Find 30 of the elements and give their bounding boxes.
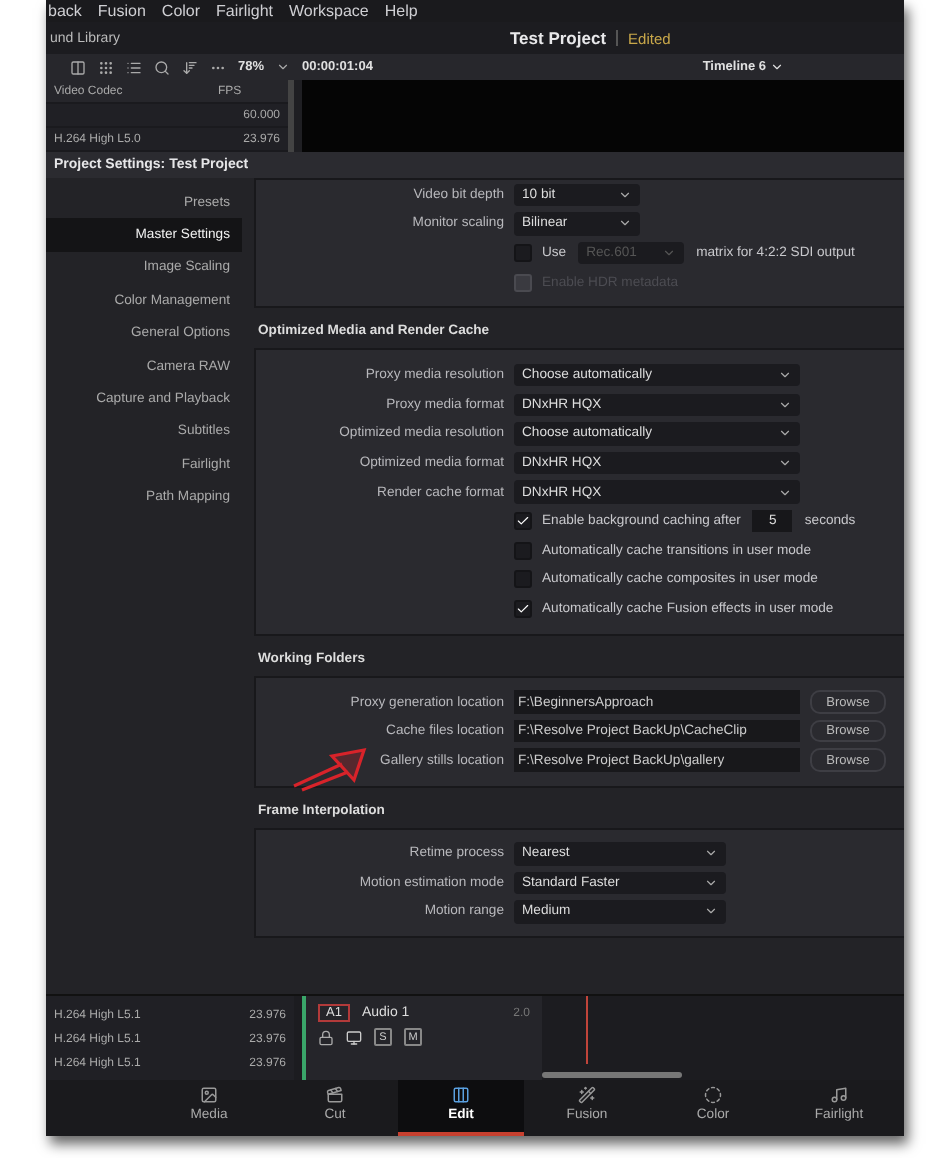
thumbnail-view-icon[interactable] xyxy=(70,59,86,75)
menu-item[interactable]: Color xyxy=(161,3,201,19)
checkbox[interactable] xyxy=(514,570,532,589)
list-view-icon[interactable] xyxy=(126,59,142,75)
annotation-arrow xyxy=(292,747,367,792)
image-icon xyxy=(200,1086,218,1104)
lock-icon[interactable] xyxy=(318,1029,334,1045)
chevron-down-icon xyxy=(662,245,677,260)
chevron-down-icon xyxy=(770,60,784,74)
wand-icon xyxy=(578,1086,596,1104)
project-title: Test Project xyxy=(510,28,607,48)
checkbox[interactable] xyxy=(514,243,532,262)
dotted-circle-icon xyxy=(704,1086,722,1104)
sort-icon[interactable] xyxy=(182,59,198,75)
menu-item[interactable]: Help xyxy=(384,3,418,19)
menu-item[interactable]: Fairlight xyxy=(216,3,273,19)
monitor-icon[interactable] xyxy=(346,1029,362,1045)
search-icon[interactable] xyxy=(154,59,170,75)
chevron-down-icon xyxy=(276,60,291,74)
menu-item[interactable]: Workspace xyxy=(289,3,369,19)
checkbox[interactable] xyxy=(514,599,532,618)
menu-item[interactable]: back xyxy=(48,3,82,19)
clapperboard-icon xyxy=(326,1086,344,1104)
menu-item[interactable]: Fusion xyxy=(97,3,146,19)
timeline-icon xyxy=(452,1086,470,1104)
music-note-icon xyxy=(830,1086,848,1104)
checkbox[interactable] xyxy=(514,541,532,560)
scrollbar[interactable] xyxy=(542,1072,682,1078)
checkbox[interactable] xyxy=(514,512,532,531)
grid-view-icon[interactable] xyxy=(98,59,114,75)
